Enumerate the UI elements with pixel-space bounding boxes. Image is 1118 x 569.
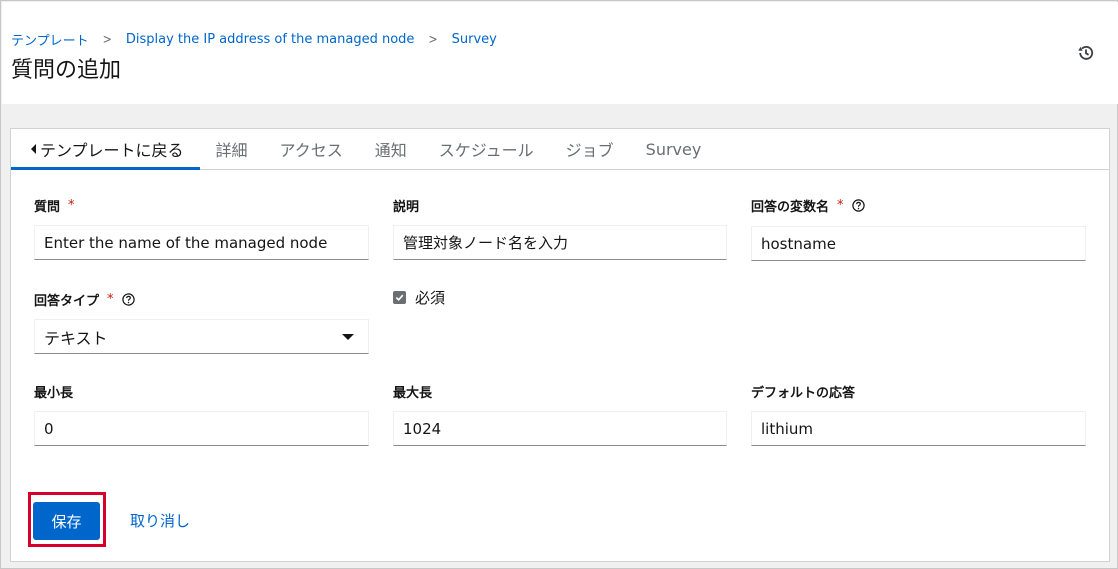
answer-type-field: 回答タイプ * [34, 290, 135, 309]
tab-label: Survey [645, 139, 702, 159]
tab-label: アクセス [279, 141, 343, 160]
answer-type-value: テキスト [44, 328, 108, 348]
max-length-label-text: 最大長 [393, 386, 433, 401]
breadcrumb-template-name[interactable]: Display the IP address of the managed no… [126, 32, 415, 47]
description-field: 説明 [393, 196, 419, 215]
caret-left-icon [31, 144, 36, 154]
default-answer-field: デフォルトの応答 [751, 382, 855, 401]
answer-type-label-text: 回答タイプ [34, 294, 100, 309]
answer-type-select[interactable]: テキスト [34, 319, 369, 354]
tab-label: 詳細 [215, 141, 248, 160]
description-label: 説明 [393, 196, 419, 215]
history-icon[interactable] [1076, 43, 1096, 63]
required-marker: * [107, 292, 114, 307]
tab-label: スケジュール [438, 141, 534, 160]
question-input[interactable]: Enter the name of the managed node [34, 225, 369, 260]
description-label-text: 説明 [393, 200, 420, 215]
page-title: 質問の追加 [11, 58, 122, 83]
tab-back-to-templates[interactable]: テンプレートに戻る [11, 129, 200, 170]
tab-jobs[interactable]: ジョブ [550, 129, 630, 169]
tab-survey[interactable]: Survey [630, 129, 718, 169]
min-length-label-text: 最小長 [34, 386, 74, 401]
tab-notifications[interactable]: 通知 [359, 129, 423, 169]
min-length-input[interactable]: 0 [34, 411, 369, 446]
tab-label: テンプレートに戻る [40, 141, 184, 160]
required-checkbox[interactable] [393, 291, 406, 304]
breadcrumb-templates[interactable]: テンプレート [11, 30, 89, 49]
breadcrumb-separator-icon: > [428, 31, 438, 48]
question-label-text: 質問 [34, 200, 61, 215]
app-frame: テンプレート > Display the IP address of the m… [0, 0, 1118, 569]
default-answer-label-text: デフォルトの応答 [751, 386, 856, 401]
save-button[interactable]: 保存 [33, 502, 100, 540]
variable-input[interactable]: hostname [751, 226, 1086, 261]
tab-details[interactable]: 詳細 [200, 129, 264, 169]
tab-label: ジョブ [565, 141, 614, 160]
default-answer-label: デフォルトの応答 [751, 382, 855, 401]
help-icon[interactable] [851, 199, 865, 212]
dropdown-arrow-icon [342, 333, 354, 340]
breadcrumb: テンプレート > Display the IP address of the m… [11, 30, 497, 49]
help-icon[interactable] [121, 293, 135, 306]
tab-label: 通知 [374, 141, 407, 160]
min-length-field: 最小長 [34, 382, 73, 401]
required-checkbox-row[interactable]: 必須 [393, 287, 445, 308]
max-length-input[interactable]: 1024 [393, 411, 727, 446]
question-field: 質問 * [34, 196, 75, 215]
min-length-label: 最小長 [34, 382, 73, 401]
variable-field: 回答の変数名 * [751, 196, 865, 215]
required-marker: * [68, 198, 75, 213]
breadcrumb-survey[interactable]: Survey [452, 32, 497, 47]
variable-label-text: 回答の変数名 [751, 200, 830, 215]
max-length-label: 最大長 [393, 382, 432, 401]
max-length-field: 最大長 [393, 382, 432, 401]
required-marker: * [837, 198, 844, 213]
cancel-button[interactable]: 取り消し [130, 510, 190, 531]
description-input[interactable]: 管理対象ノード名を入力 [393, 225, 727, 260]
answer-type-label: 回答タイプ * [34, 290, 135, 309]
variable-label: 回答の変数名 * [751, 196, 865, 215]
tab-access[interactable]: アクセス [264, 129, 359, 169]
tab-bar: テンプレートに戻る 詳細 アクセス 通知 スケジュール ジョブ Survey [11, 129, 1109, 170]
tab-schedules[interactable]: スケジュール [423, 129, 550, 169]
page-header: テンプレート > Display the IP address of the m… [2, 2, 1118, 104]
breadcrumb-separator-icon: > [102, 31, 112, 48]
required-checkbox-label: 必須 [415, 289, 446, 307]
question-label: 質問 * [34, 196, 75, 215]
default-answer-input[interactable]: lithium [751, 411, 1086, 446]
